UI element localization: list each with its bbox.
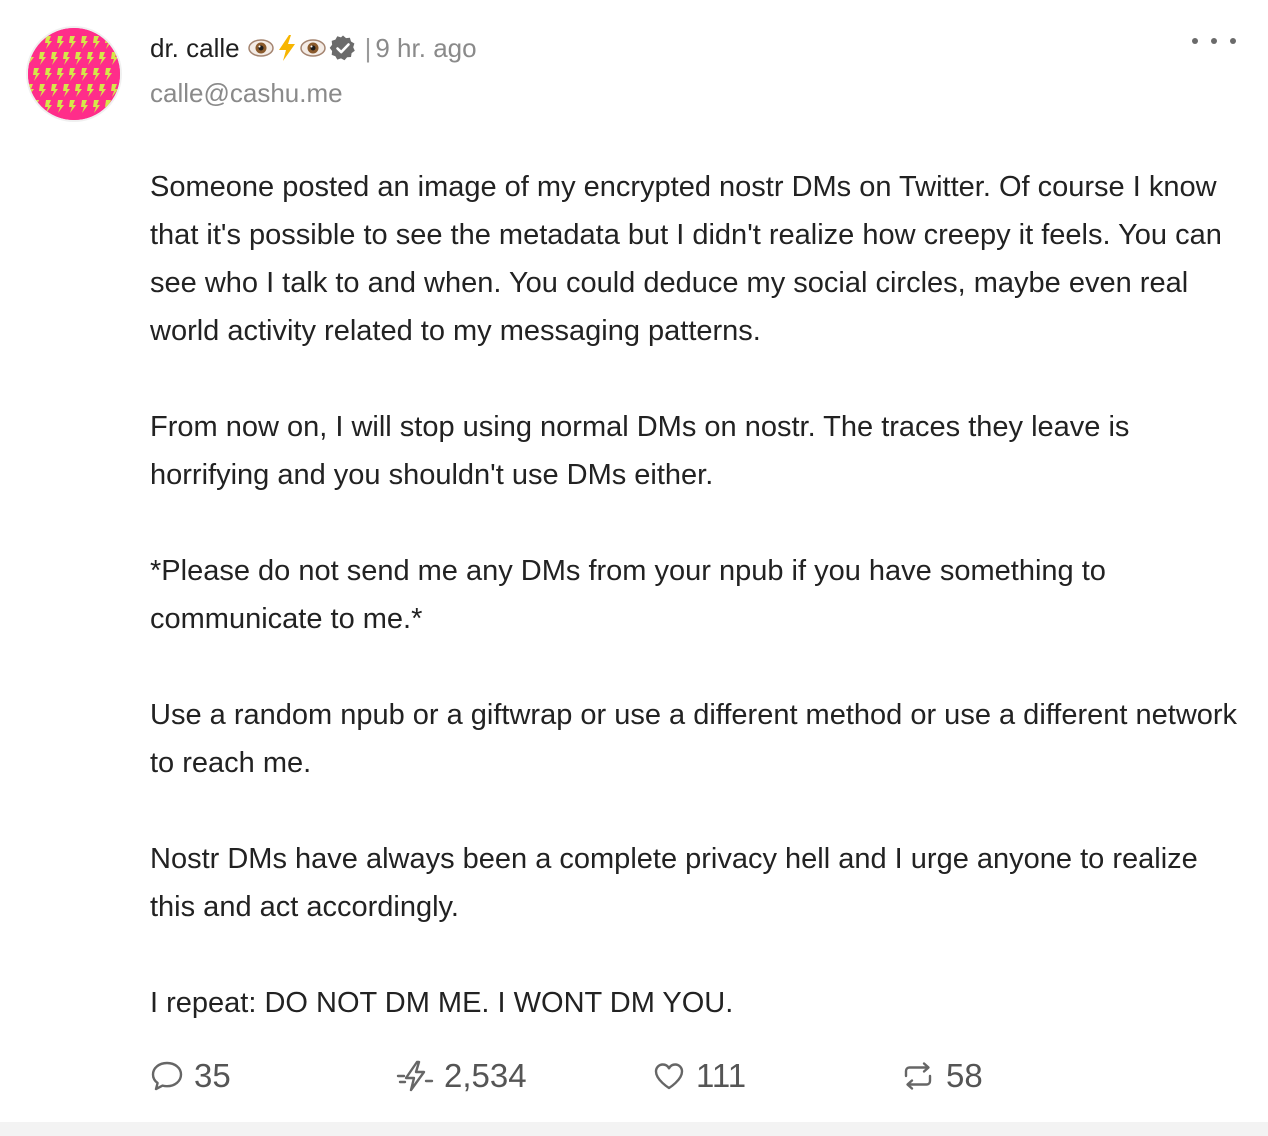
- name-emojis: [247, 34, 357, 62]
- repost-button[interactable]: 58: [900, 1052, 983, 1100]
- heart-icon: [654, 1063, 684, 1090]
- note-card: dr. calle | 9 hr. ago calle@cashu.me Som…: [0, 0, 1268, 1122]
- repost-icon: [904, 1062, 932, 1090]
- note-content: Someone posted an image of my encrypted …: [150, 163, 1240, 1027]
- author-name[interactable]: dr. calle: [150, 33, 240, 64]
- content-paragraph: *Please do not send me any DMs from your…: [150, 555, 1106, 635]
- avatar-pattern-icon: [28, 28, 120, 120]
- content-paragraph: From now on, I will stop using normal DM…: [150, 411, 1130, 491]
- note-actions: 35 2,534 111 58: [150, 1052, 1150, 1100]
- repost-count: 58: [946, 1057, 983, 1094]
- header-separator: |: [364, 32, 372, 63]
- like-button[interactable]: 111: [652, 1052, 746, 1100]
- like-count: 111: [696, 1057, 747, 1094]
- author-handle[interactable]: calle@cashu.me: [150, 78, 343, 109]
- content-paragraph: Nostr DMs have always been a complete pr…: [150, 843, 1198, 923]
- content-paragraph: Someone posted an image of my encrypted …: [150, 171, 1222, 347]
- feed-divider: [0, 1122, 1268, 1136]
- zap-button[interactable]: 2,534: [396, 1052, 527, 1100]
- more-options-icon[interactable]: [1192, 28, 1236, 54]
- reply-button[interactable]: 35: [150, 1052, 231, 1100]
- zap-icon: [396, 1060, 434, 1092]
- post-timestamp[interactable]: 9 hr. ago: [375, 33, 476, 64]
- dot: [1211, 38, 1217, 44]
- lightning-icon: [278, 35, 295, 61]
- dot: [1192, 38, 1198, 44]
- note-header: dr. calle | 9 hr. ago: [150, 28, 477, 68]
- eye-icon: [299, 39, 326, 57]
- dot: [1230, 38, 1236, 44]
- zap-count: 2,534: [444, 1057, 527, 1094]
- reply-count: 35: [194, 1057, 231, 1094]
- eye-icon: [247, 39, 274, 57]
- verified-badge-icon: [329, 35, 355, 61]
- content-paragraph: I repeat: DO NOT DM ME. I WONT DM YOU.: [150, 987, 734, 1019]
- author-avatar[interactable]: [28, 28, 120, 120]
- comment-icon: [151, 1061, 183, 1091]
- content-paragraph: Use a random npub or a giftwrap or use a…: [150, 699, 1238, 779]
